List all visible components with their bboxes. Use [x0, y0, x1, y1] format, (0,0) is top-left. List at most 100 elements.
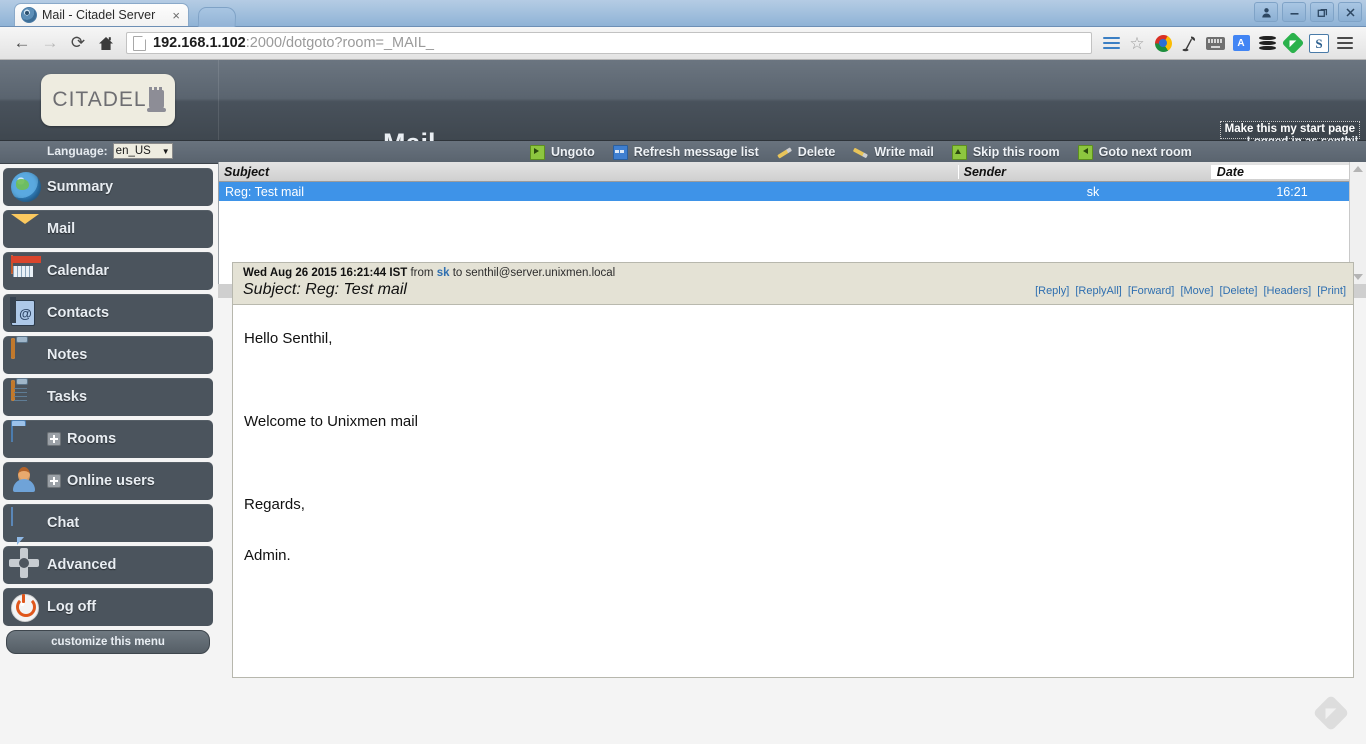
home-button[interactable]: [92, 30, 120, 56]
action-reply[interactable]: [Reply]: [1035, 285, 1069, 297]
browser-tab-active[interactable]: Mail - Citadel Server ×: [14, 3, 189, 26]
checklist-icon: [11, 380, 15, 401]
sidebar-item-mail[interactable]: Mail: [3, 210, 213, 248]
toolbar-item-label: Goto next room: [1098, 145, 1192, 159]
sidebar-item-label: Contacts: [47, 305, 110, 321]
chevron-up-icon: [1353, 166, 1363, 172]
message-date: Wed Aug 26 2015 16:21:44 IST: [243, 267, 408, 279]
message-actions: [Reply] [ReplyAll] [Forward] [Move] [Del…: [1032, 285, 1346, 297]
action-move[interactable]: [Move]: [1180, 285, 1213, 297]
folder-icon-wrap: [11, 423, 41, 454]
address-bar[interactable]: 192.168.1.102:2000/dotgoto?room=_MAIL_: [126, 32, 1092, 54]
rook-icon: [146, 87, 166, 112]
action-reply-all[interactable]: [ReplyAll]: [1075, 285, 1121, 297]
from-label: from: [410, 267, 434, 279]
sidebar-item-summary[interactable]: Summary: [3, 168, 213, 206]
language-select[interactable]: en_US ▼: [112, 143, 173, 159]
citadel-logo[interactable]: CITADEL: [41, 74, 175, 126]
customize-menu-button[interactable]: customize this menu: [6, 630, 210, 654]
clipboard-icon: [11, 338, 15, 359]
tab-close-icon[interactable]: ×: [170, 9, 182, 22]
sidebar-item-online-users[interactable]: Online users: [3, 462, 213, 500]
minimize-icon: [1290, 12, 1298, 15]
url-host: 192.168.1.102: [153, 35, 246, 51]
action-headers[interactable]: [Headers]: [1264, 285, 1312, 297]
to-label: to: [452, 267, 463, 279]
column-header-sender[interactable]: Sender: [959, 164, 1212, 179]
action-forward[interactable]: [Forward]: [1128, 285, 1174, 297]
browser-toolbar: ← → ⟳ 192.168.1.102:2000/dotgoto?room=_M…: [0, 27, 1366, 60]
column-header-date-label: Date: [1216, 164, 1244, 179]
calendar-icon-wrap: [11, 255, 41, 286]
column-header-subject[interactable]: Subject: [219, 164, 959, 179]
chrome-menu-icon[interactable]: [1332, 30, 1358, 56]
close-icon: [1345, 7, 1355, 17]
gear-icon-wrap: [11, 550, 41, 580]
back-button[interactable]: ←: [8, 30, 36, 56]
sidebar-item-tasks[interactable]: Tasks: [3, 378, 213, 416]
readability-icon[interactable]: [1098, 30, 1124, 56]
column-header-date[interactable]: Date: [1211, 164, 1366, 179]
forward-button[interactable]: →: [36, 30, 64, 56]
toolbar-goto-next-room-button[interactable]: Goto next room: [1077, 144, 1192, 160]
sidebar-item-advanced[interactable]: Advanced: [3, 546, 213, 584]
clipboard-icon-wrap: [11, 338, 41, 370]
chevron-down-icon: ▼: [161, 146, 170, 156]
layers-icon[interactable]: [1254, 30, 1280, 56]
scroll-up-button[interactable]: [1350, 162, 1366, 176]
bookmark-star-icon[interactable]: ☆: [1124, 30, 1150, 56]
globe-icon: [11, 172, 41, 202]
user-icon-wrap: [11, 466, 41, 496]
sidebar-item-label: Chat: [47, 515, 80, 531]
action-print[interactable]: [Print]: [1317, 285, 1346, 297]
sidebar-item-notes[interactable]: Notes: [3, 336, 213, 374]
restore-button[interactable]: [1310, 2, 1334, 22]
sidebar-item-calendar[interactable]: Calendar: [3, 252, 213, 290]
keyboard-icon[interactable]: [1202, 30, 1228, 56]
feedly-icon[interactable]: [1280, 30, 1306, 56]
new-tab-button[interactable]: [197, 7, 237, 27]
message-recipient: senthil@server.unixmen.local: [465, 267, 616, 279]
tab-strip: Mail - Citadel Server ×: [0, 0, 1366, 27]
chat-bubble-icon-wrap: [11, 507, 41, 538]
chat-bubble-icon: [11, 507, 13, 526]
sidebar-item-log-off[interactable]: Log off: [3, 588, 213, 626]
google-translate-icon[interactable]: A: [1228, 30, 1254, 56]
toolbar-write-mail-button[interactable]: Write mail: [853, 145, 934, 159]
delete-pencil-icon: [777, 146, 792, 159]
row-date: 16:21: [1276, 184, 1308, 199]
body-signoff: Regards,: [244, 496, 305, 513]
person-icon: [1261, 7, 1271, 17]
body-signature: Admin.: [244, 547, 291, 564]
expand-plus-icon[interactable]: [47, 432, 61, 446]
toolbar-ungoto-button[interactable]: Ungoto: [530, 144, 595, 160]
checklist-icon-wrap: [11, 380, 41, 412]
sidebar-item-label: Advanced: [47, 557, 117, 573]
toolbar-delete-button[interactable]: Delete: [777, 145, 836, 159]
toolbar-skip-room-button[interactable]: Skip this room: [951, 144, 1060, 160]
action-delete[interactable]: [Delete]: [1220, 285, 1258, 297]
minimize-button[interactable]: [1282, 2, 1306, 22]
toolbar-item-label: Write mail: [874, 145, 934, 159]
language-control: Language: en_US ▼: [47, 143, 173, 159]
logo-text: CITADEL: [52, 88, 147, 111]
reload-button[interactable]: ⟳: [64, 30, 92, 56]
tab-favicon-icon: [21, 7, 37, 23]
sidebar-item-label: Notes: [47, 347, 88, 363]
citadel-toolbar: Language: en_US ▼ Ungoto Refresh message…: [0, 141, 1366, 164]
sidebar-item-rooms[interactable]: Rooms: [3, 420, 213, 458]
expand-plus-icon[interactable]: [47, 474, 61, 488]
chrome-download-icon[interactable]: [1150, 30, 1176, 56]
message-sender-link[interactable]: sk: [437, 267, 450, 279]
sitemap-s-icon[interactable]: S: [1306, 30, 1332, 56]
sidebar-item-chat[interactable]: Chat: [3, 504, 213, 542]
calendar-icon: [11, 255, 13, 274]
sidebar-item-contacts[interactable]: @ Contacts: [3, 294, 213, 332]
close-button[interactable]: [1338, 2, 1362, 22]
sidebar: Summary Mail Calendar @ Contacts Notes T…: [0, 168, 216, 654]
user-profile-button[interactable]: [1254, 2, 1278, 22]
toolbar-refresh-button[interactable]: Refresh message list: [612, 144, 759, 160]
table-row[interactable]: Reg: Test mail sk 16:21: [219, 182, 1366, 201]
home-icon: [99, 36, 113, 50]
lamp-icon[interactable]: [1176, 30, 1202, 56]
